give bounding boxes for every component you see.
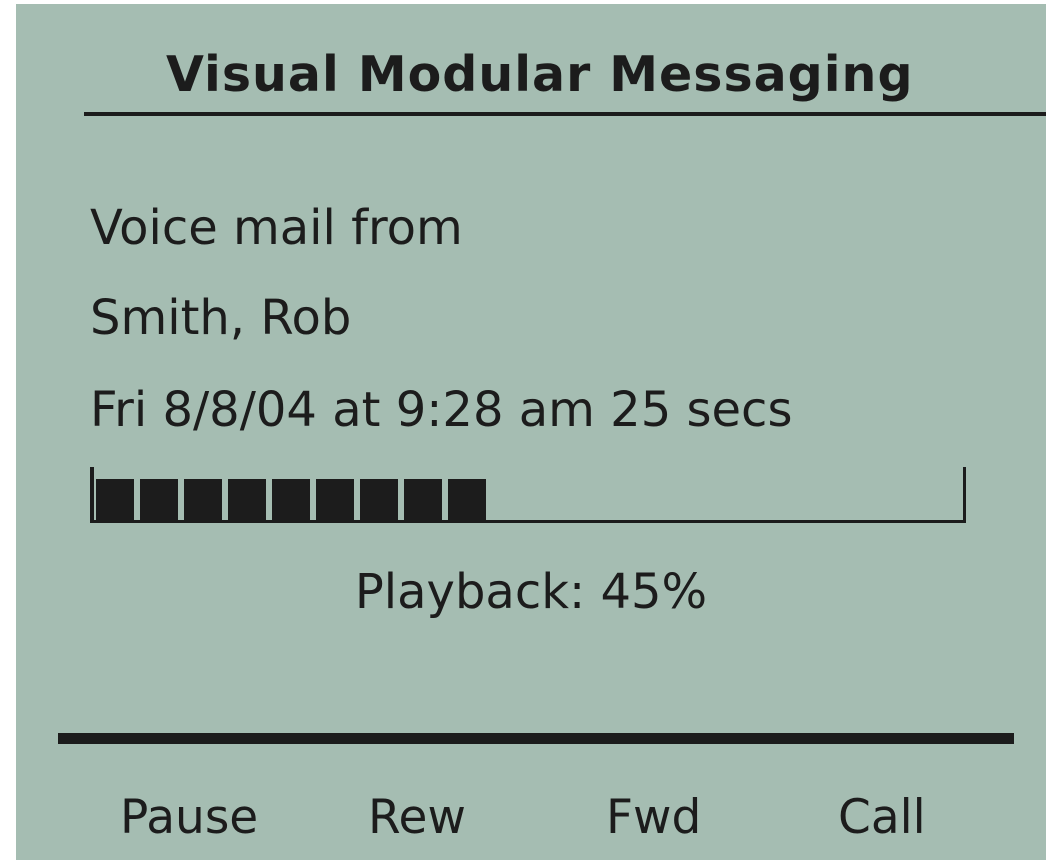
rewind-softkey[interactable]: Rew [368,790,466,845]
screen-title: Visual Modular Messaging [166,46,914,103]
title-divider [84,112,1046,116]
lcd-display: Visual Modular Messaging Voice mail from… [16,4,1046,860]
progress-bar-fill [96,479,486,521]
softkey-divider [58,733,1014,744]
message-sender: Smith, Rob [90,290,352,346]
progress-bar-left-edge [90,467,94,523]
progress-bar-right-edge [963,467,966,523]
message-details: Fri 8/8/04 at 9:28 am 25 secs [90,382,793,438]
forward-softkey[interactable]: Fwd [606,790,701,845]
call-softkey[interactable]: Call [838,790,926,845]
playback-status: Playback: 45% [354,564,708,620]
pause-softkey[interactable]: Pause [120,790,258,845]
progress-bar-track [90,520,966,523]
playback-progress-bar [90,467,966,523]
message-heading: Voice mail from [90,200,463,256]
